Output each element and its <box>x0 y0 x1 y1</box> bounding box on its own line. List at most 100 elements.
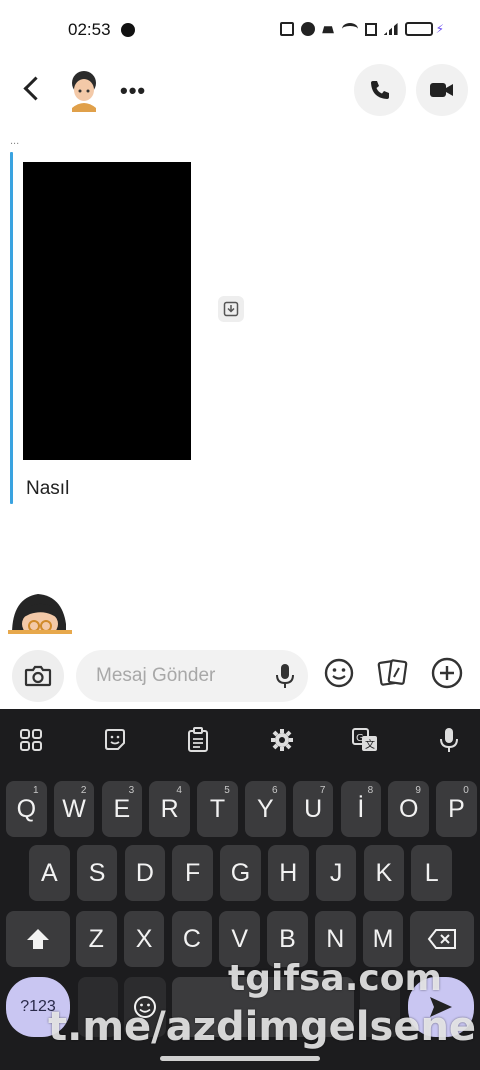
emoji-icon <box>134 996 156 1018</box>
key-label: T <box>209 794 226 823</box>
apps-grid-button[interactable] <box>14 723 48 757</box>
key-3[interactable]: R4 <box>149 781 190 837</box>
key-row2-7[interactable]: K <box>363 845 405 901</box>
send-key[interactable] <box>408 977 474 1037</box>
status-icons: ⚡ <box>279 22 444 36</box>
cards-button[interactable] <box>376 656 410 690</box>
key-row2-6[interactable]: J <box>315 845 357 901</box>
media-snap[interactable] <box>23 162 191 460</box>
key-row3-0[interactable]: Z <box>76 911 117 967</box>
message-text: Nasıl <box>26 478 70 499</box>
chat-sender-label: ... <box>10 135 20 147</box>
nfc-icon <box>279 22 294 36</box>
wifi-icon <box>341 23 358 35</box>
voice-note-button[interactable] <box>274 662 296 695</box>
key-row3-5[interactable]: N <box>315 911 356 967</box>
key-label: O <box>398 794 419 823</box>
key-hint: 5 <box>224 785 230 796</box>
key-hint: 2 <box>80 785 87 796</box>
emoji-button[interactable] <box>322 656 356 690</box>
symbols-key[interactable]: ?123 <box>6 977 70 1037</box>
key-8[interactable]: O9 <box>388 781 429 837</box>
key-hint: 7 <box>319 785 326 796</box>
key-7[interactable]: İ8 <box>340 781 382 837</box>
keyboard-toolbar: G 文 <box>0 709 480 769</box>
video-call-button[interactable] <box>416 64 468 116</box>
send-icon <box>430 997 452 1017</box>
keyboard: G 文 Q1W2E3R4T5Y6U7İ8O9P0 ASDFGHJKL ZXCVB… <box>0 709 480 1070</box>
back-button[interactable] <box>18 72 48 106</box>
notification-icon <box>121 23 135 37</box>
key-hint: 3 <box>128 785 135 796</box>
settings-icon <box>271 729 293 751</box>
shift-key[interactable] <box>6 911 70 967</box>
more-button[interactable]: ••• <box>120 78 146 104</box>
key-row3-6[interactable]: M <box>362 911 404 967</box>
keyboard-mic-button[interactable] <box>432 723 466 757</box>
key-row2-4[interactable]: G <box>220 845 261 901</box>
key-hint: 8 <box>367 785 374 796</box>
sticker-button[interactable] <box>98 723 132 757</box>
key-label: P <box>448 794 465 823</box>
key-6[interactable]: U7 <box>292 781 334 837</box>
key-4[interactable]: T5 <box>197 781 238 837</box>
key-row3-3[interactable]: V <box>219 911 260 967</box>
period-key[interactable] <box>360 977 400 1037</box>
screen: 02:53 ⚡ ••• ... Nasıl Mesaj Gönder G 文 Q… <box>0 0 480 1070</box>
key-row3-4[interactable]: B <box>267 911 308 967</box>
key-row2-0[interactable]: A <box>29 845 70 901</box>
alarm-icon <box>300 22 315 36</box>
bitmoji-avatar-icon <box>8 594 72 638</box>
key-row2-2[interactable]: D <box>124 845 166 901</box>
signal-icon <box>383 23 398 35</box>
key-9[interactable]: P0 <box>436 781 477 837</box>
backspace-key[interactable] <box>410 911 474 967</box>
message-indicator-bar <box>10 152 13 504</box>
save-button[interactable] <box>218 296 244 322</box>
save-icon <box>223 301 239 317</box>
camera-button[interactable] <box>12 650 64 702</box>
settings-button[interactable] <box>265 723 299 757</box>
key-0[interactable]: Q1 <box>6 781 47 837</box>
key-row3-2[interactable]: C <box>171 911 213 967</box>
translate-button[interactable]: G 文 <box>348 723 382 757</box>
plus-button[interactable] <box>430 656 464 690</box>
key-hint: 1 <box>33 785 39 796</box>
svg-text:文: 文 <box>365 738 375 751</box>
key-hint: 0 <box>463 785 469 796</box>
avatar[interactable] <box>66 68 102 112</box>
key-label: Q <box>16 794 37 823</box>
key-label: U <box>304 794 323 823</box>
key-label: R <box>160 794 179 823</box>
clipboard-button[interactable] <box>181 723 215 757</box>
emoji-key[interactable] <box>124 977 166 1037</box>
plus-icon <box>431 657 463 689</box>
phone-icon <box>371 81 389 99</box>
key-row2-3[interactable]: F <box>172 845 213 901</box>
key-2[interactable]: E3 <box>101 781 143 837</box>
space-key[interactable] <box>172 977 354 1037</box>
key-row3-1[interactable]: X <box>123 911 165 967</box>
key-label: Y <box>256 794 274 823</box>
shift-icon <box>27 929 49 949</box>
emoji-icon <box>324 658 354 688</box>
mute-icon <box>322 26 334 34</box>
composer <box>0 644 480 708</box>
call-button[interactable] <box>354 64 406 116</box>
sticker-icon <box>105 729 125 750</box>
key-row2-8[interactable]: L <box>411 845 452 901</box>
key-hint: 9 <box>415 785 421 796</box>
video-icon <box>430 83 453 97</box>
key-1[interactable]: W2 <box>53 781 95 837</box>
status-time: 02:53 <box>68 20 111 39</box>
comma-key[interactable] <box>78 977 118 1037</box>
key-5[interactable]: Y6 <box>245 781 286 837</box>
translate-icon: G 文 <box>352 728 377 751</box>
home-indicator[interactable] <box>160 1056 320 1061</box>
key-row2-1[interactable]: S <box>76 845 118 901</box>
sim-icon <box>364 22 377 36</box>
mic-icon <box>276 664 294 688</box>
backspace-icon <box>427 929 456 949</box>
key-row2-5[interactable]: H <box>268 845 309 901</box>
key-label: E <box>113 794 131 823</box>
